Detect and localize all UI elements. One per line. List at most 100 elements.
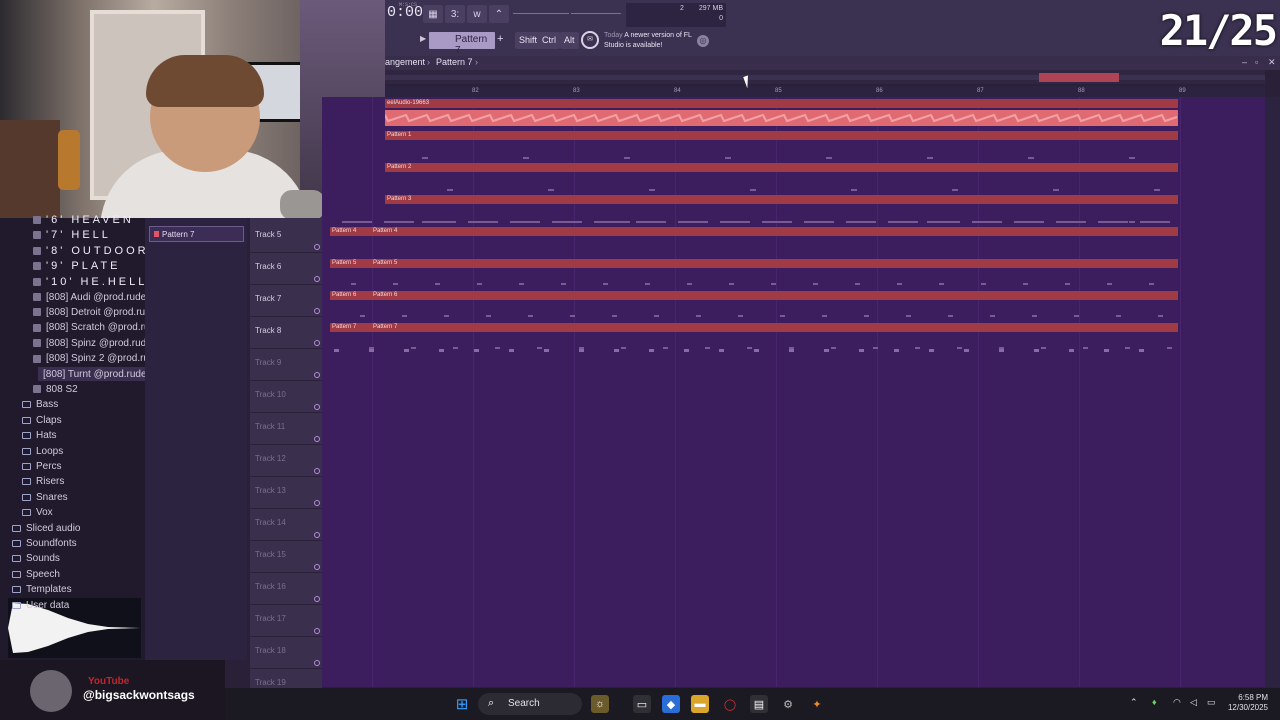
- horizontal-scrollbar[interactable]: [385, 70, 1265, 84]
- browser-item[interactable]: [808] Turnt @prod.rude: [38, 367, 147, 381]
- track-mute-icon[interactable]: [314, 276, 320, 282]
- opera-icon[interactable]: ◯: [721, 695, 739, 713]
- picker-item-pattern[interactable]: Pattern 7: [149, 226, 244, 242]
- news-panel[interactable]: Today A newer version of FL Studio is av…: [604, 31, 704, 51]
- track-header[interactable]: Track 6: [250, 253, 322, 285]
- track-mute-icon[interactable]: [314, 468, 320, 474]
- pattern-clip[interactable]: Pattern 5: [330, 259, 371, 268]
- taskbar-search[interactable]: ⌕ Search: [478, 693, 582, 715]
- browser-item[interactable]: '9' PLATE: [33, 259, 120, 273]
- browser-item[interactable]: Risers: [22, 475, 64, 489]
- browser-item[interactable]: [808] Spinz 2 @prod.rude: [33, 352, 160, 366]
- browser-item[interactable]: Hats: [22, 429, 57, 443]
- maximize-icon[interactable]: ▫: [1255, 57, 1258, 67]
- track-mute-icon[interactable]: [314, 660, 320, 666]
- pattern-clip[interactable]: Pattern 7: [371, 323, 1178, 332]
- close-icon[interactable]: ✕: [1268, 57, 1276, 68]
- song-time[interactable]: M:S:CS 0:00: [385, 2, 423, 28]
- pattern-clip[interactable]: Pattern 1: [385, 131, 1178, 140]
- browser-item[interactable]: Vox: [22, 506, 53, 520]
- track-mute-icon[interactable]: [314, 340, 320, 346]
- settings-icon[interactable]: ⚙: [779, 695, 797, 713]
- track-header[interactable]: Track 5: [250, 221, 322, 253]
- browser-item[interactable]: Sounds: [12, 552, 60, 566]
- wifi-icon[interactable]: ◠: [1173, 697, 1181, 708]
- pattern-clip[interactable]: Pattern 4: [330, 227, 371, 236]
- task-view-icon[interactable]: ▭: [633, 695, 651, 713]
- playlist-grid[interactable]: eelAudio-19663 Pattern 1 Pattern 2 Pattern …: [322, 97, 1265, 687]
- browser-item[interactable]: '6' HEAVEN: [33, 213, 134, 227]
- pattern-clip[interactable]: Pattern 3: [385, 195, 1178, 204]
- browser-item[interactable]: 808 S2: [33, 382, 78, 396]
- windows-start-icon[interactable]: ⊞: [453, 695, 471, 713]
- vertical-scrollbar[interactable]: [1265, 97, 1280, 687]
- ctrl-button[interactable]: Ctrl: [538, 32, 560, 49]
- speaker-icon[interactable]: ◁: [1190, 697, 1197, 708]
- track-header[interactable]: Track 14: [250, 509, 322, 541]
- track-header[interactable]: Track 16: [250, 573, 322, 605]
- copilot-icon[interactable]: ◆: [662, 695, 680, 713]
- audio-clip[interactable]: eelAudio-19663: [385, 99, 1178, 108]
- store-icon[interactable]: ▤: [750, 695, 768, 713]
- browser-item[interactable]: '7' HELL: [33, 228, 111, 242]
- system-clock[interactable]: 6:58 PM 12/30/2025: [1228, 693, 1268, 713]
- battery-icon[interactable]: ▭: [1207, 697, 1216, 708]
- fl-studio-icon[interactable]: ✦: [808, 695, 826, 713]
- alt-button[interactable]: Alt: [560, 32, 579, 49]
- metronome-icon[interactable]: ⌃: [489, 5, 509, 23]
- pattern-clip[interactable]: Pattern 7: [330, 323, 371, 332]
- file-explorer-icon[interactable]: ▬: [691, 695, 709, 713]
- browser-item[interactable]: User data: [12, 598, 69, 612]
- track-header[interactable]: Track 12: [250, 445, 322, 477]
- browser-item[interactable]: [808] Audi @prod.rude: [33, 290, 146, 304]
- pattern-clip[interactable]: Pattern 6: [371, 291, 1178, 300]
- pattern-clip[interactable]: Pattern 2: [385, 163, 1178, 172]
- track-header[interactable]: Track 15: [250, 541, 322, 573]
- track-header[interactable]: Track 8: [250, 317, 322, 349]
- breadcrumb-pattern[interactable]: Pattern 7: [436, 57, 473, 67]
- scrollbar-thumb[interactable]: [1039, 73, 1119, 82]
- browser-item[interactable]: '10' HE.HELL: [33, 275, 147, 289]
- track-mute-icon[interactable]: [314, 500, 320, 506]
- master-pitch-slider[interactable]: [571, 13, 621, 14]
- browser-item[interactable]: '8' OUTDOOR: [33, 244, 149, 258]
- track-header[interactable]: Track 13: [250, 477, 322, 509]
- track-header[interactable]: Track 10: [250, 381, 322, 413]
- timeline-ruler[interactable]: 82 83 84 85 86 87 88 89: [385, 86, 1265, 97]
- track-mute-icon[interactable]: [314, 308, 320, 314]
- track-mute-icon[interactable]: [314, 244, 320, 250]
- minimize-icon[interactable]: –: [1242, 57, 1247, 67]
- track-mute-icon[interactable]: [314, 564, 320, 570]
- widget-icon[interactable]: ☼: [591, 695, 609, 713]
- track-mute-icon[interactable]: [314, 628, 320, 634]
- step-edit-icon[interactable]: 3:: [445, 5, 465, 23]
- browser-item[interactable]: Claps: [22, 413, 62, 427]
- track-mute-icon[interactable]: [314, 404, 320, 410]
- browser-item[interactable]: Loops: [22, 444, 63, 458]
- pattern-clip[interactable]: Pattern 6: [330, 291, 371, 300]
- globe-icon[interactable]: ◎: [697, 35, 709, 47]
- pattern-clip[interactable]: Pattern 5: [371, 259, 1178, 268]
- add-pattern-button[interactable]: +: [497, 33, 509, 48]
- breadcrumb-arrangement[interactable]: angement: [385, 57, 425, 67]
- mic-icon[interactable]: ♦: [1152, 697, 1157, 707]
- browser-item[interactable]: Templates: [12, 583, 72, 597]
- track-header[interactable]: Track 7: [250, 285, 322, 317]
- pattern-clip[interactable]: Pattern 4: [371, 227, 1178, 236]
- track-mute-icon[interactable]: [314, 372, 320, 378]
- track-header[interactable]: Track 9: [250, 349, 322, 381]
- wait-record-icon[interactable]: w: [467, 5, 487, 23]
- browser-item[interactable]: [808] Detroit @prod.rude: [33, 305, 156, 319]
- track-header[interactable]: Track 17: [250, 605, 322, 637]
- track-mute-icon[interactable]: [314, 596, 320, 602]
- browser-item[interactable]: Bass: [22, 398, 58, 412]
- master-volume-slider[interactable]: [513, 13, 569, 14]
- browser-item[interactable]: Snares: [22, 490, 68, 504]
- tray-chevron-icon[interactable]: ⌃: [1130, 697, 1138, 708]
- news-icon[interactable]: ✉: [581, 31, 599, 49]
- typing-keyboard-icon[interactable]: ▦: [423, 5, 443, 23]
- track-header[interactable]: Track 11: [250, 413, 322, 445]
- browser-item[interactable]: [808] Scratch @prod.rude: [33, 321, 161, 335]
- browser-item[interactable]: [808] Spinz @prod.rude: [33, 336, 152, 350]
- browser-item[interactable]: Speech: [12, 567, 60, 581]
